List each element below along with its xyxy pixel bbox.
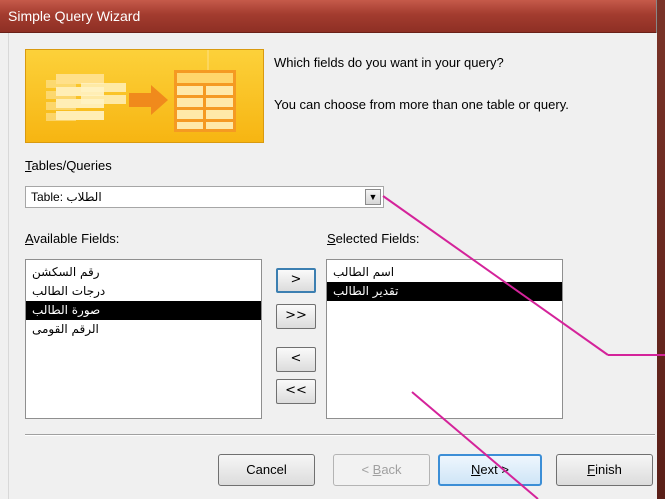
available-field-item[interactable]: الرقم القومى (26, 320, 261, 339)
next-button[interactable]: Next > (438, 454, 542, 486)
wizard-window: Simple Query Wizard Which fields do you … (0, 0, 657, 499)
finish-button[interactable]: Finish (556, 454, 653, 486)
add-all-fields-button[interactable]: >> (276, 304, 316, 329)
window-title: Simple Query Wizard (8, 8, 141, 24)
add-field-button[interactable]: > (276, 268, 316, 293)
tables-queries-value: Table: الطلاب (31, 190, 102, 204)
tables-queries-label: Tables/Queries (25, 158, 112, 173)
available-field-item[interactable]: درجات الطالب (26, 282, 261, 301)
selected-fields-list[interactable]: اسم الطالب تقدير الطالب (326, 259, 563, 419)
available-field-item[interactable]: رقم السكشن (26, 263, 261, 282)
instruction-hint: You can choose from more than one table … (274, 97, 569, 112)
dropdown-arrow-icon[interactable]: ▼ (365, 189, 381, 205)
available-fields-label: Available Fields: (25, 231, 120, 246)
back-button[interactable]: < Back (333, 454, 430, 486)
tables-queries-combobox[interactable]: Table: الطلاب ▼ (25, 186, 384, 208)
remove-field-button[interactable]: < (276, 347, 316, 372)
remove-all-fields-button[interactable]: << (276, 379, 316, 404)
wizard-illustration (25, 49, 264, 143)
selected-field-item[interactable]: اسم الطالب (327, 263, 562, 282)
available-field-item[interactable]: صورة الطالب (26, 301, 261, 320)
cancel-button[interactable]: Cancel (218, 454, 315, 486)
selected-fields-label: Selected Fields: (327, 231, 420, 246)
instruction-question: Which fields do you want in your query? (274, 55, 504, 70)
selected-field-item[interactable]: تقدير الطالب (327, 282, 562, 301)
table-to-query-icon (46, 50, 236, 132)
title-bar[interactable]: Simple Query Wizard (0, 0, 656, 33)
available-fields-list[interactable]: رقم السكشن درجات الطالب صورة الطالب الرق… (25, 259, 262, 419)
footer-divider (25, 434, 655, 436)
